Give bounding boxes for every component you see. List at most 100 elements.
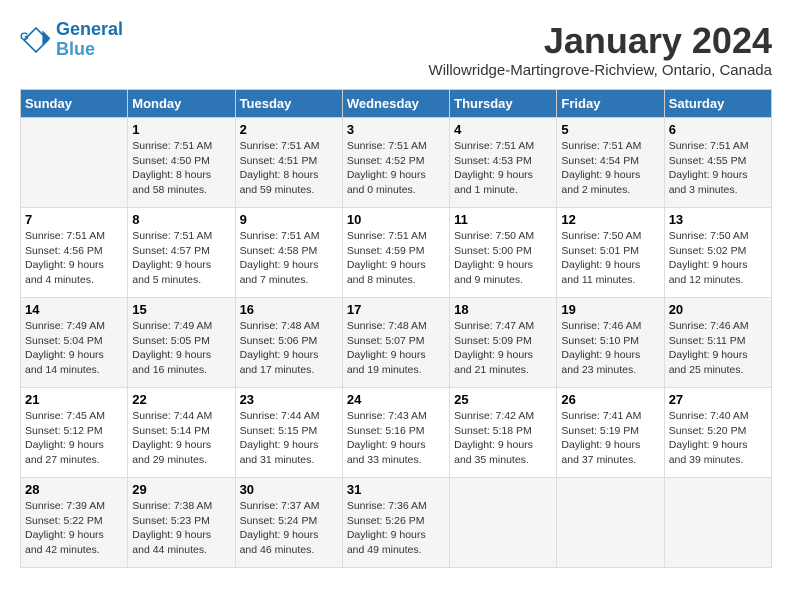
calendar-cell <box>21 118 128 208</box>
logo: G General Blue <box>20 20 123 60</box>
day-info: Sunrise: 7:51 AMSunset: 4:55 PMDaylight:… <box>669 139 767 198</box>
day-number: 17 <box>347 302 445 317</box>
calendar-cell: 16 Sunrise: 7:48 AMSunset: 5:06 PMDayligh… <box>235 298 342 388</box>
calendar-cell: 28Sunrise: 7:39 AMSunset: 5:22 PMDayligh… <box>21 478 128 568</box>
day-info: Sunrise: 7:50 AMSunset: 5:01 PMDaylight:… <box>561 229 659 288</box>
day-number: 7 <box>25 212 123 227</box>
day-info: Sunrise: 7:41 AMSunset: 5:19 PMDaylight:… <box>561 409 659 468</box>
day-number: 21 <box>25 392 123 407</box>
day-info: Sunrise: 7:51 AMSunset: 4:58 PMDaylight:… <box>240 229 338 288</box>
day-number: 24 <box>347 392 445 407</box>
day-info: Sunrise: 7:44 AMSunset: 5:14 PMDaylight:… <box>132 409 230 468</box>
calendar-cell <box>557 478 664 568</box>
calendar-cell: 24 Sunrise: 7:43 AMSunset: 5:16 PMDayligh… <box>342 388 449 478</box>
calendar-cell: 4Sunrise: 7:51 AMSunset: 4:53 PMDaylight… <box>450 118 557 208</box>
day-info: Sunrise: 7:47 AMSunset: 5:09 PMDaylight:… <box>454 319 552 378</box>
day-info: Sunrise: 7:51 AMSunset: 4:50 PMDaylight:… <box>132 139 230 198</box>
calendar-week-row: 28Sunrise: 7:39 AMSunset: 5:22 PMDayligh… <box>21 478 772 568</box>
logo-icon: G <box>20 24 52 56</box>
calendar-subtitle: Willowridge-Martingrove-Richview, Ontari… <box>429 62 772 79</box>
calendar-cell: 30 Sunrise: 7:37 AMSunset: 5:24 PMDayligh… <box>235 478 342 568</box>
day-info: Sunrise: 7:40 AMSunset: 5:20 PMDaylight:… <box>669 409 767 468</box>
day-number: 30 <box>240 482 338 497</box>
day-number: 6 <box>669 122 767 137</box>
day-number: 23 <box>240 392 338 407</box>
calendar-table: Sunday Monday Tuesday Wednesday Thursday… <box>20 89 772 568</box>
calendar-cell: 5Sunrise: 7:51 AMSunset: 4:54 PMDaylight… <box>557 118 664 208</box>
day-info: Sunrise: 7:46 AMSunset: 5:11 PMDaylight:… <box>669 319 767 378</box>
day-info: Sunrise: 7:36 AMSunset: 5:26 PMDaylight:… <box>347 499 445 558</box>
header-monday: Monday <box>128 90 235 118</box>
calendar-cell: 27Sunrise: 7:40 AMSunset: 5:20 PMDayligh… <box>664 388 771 478</box>
day-info: Sunrise: 7:48 AMSunset: 5:06 PMDaylight:… <box>240 319 338 378</box>
day-info: Sunrise: 7:49 AMSunset: 5:05 PMDaylight:… <box>132 319 230 378</box>
day-number: 29 <box>132 482 230 497</box>
calendar-week-row: 7 Sunrise: 7:51 AMSunset: 4:56 PMDaylight… <box>21 208 772 298</box>
day-info: Sunrise: 7:51 AMSunset: 4:59 PMDaylight:… <box>347 229 445 288</box>
day-info: Sunrise: 7:43 AMSunset: 5:16 PMDaylight:… <box>347 409 445 468</box>
header-tuesday: Tuesday <box>235 90 342 118</box>
calendar-cell: 12 Sunrise: 7:50 AMSunset: 5:01 PMDayligh… <box>557 208 664 298</box>
logo-line2: Blue <box>56 39 95 59</box>
day-number: 11 <box>454 212 552 227</box>
calendar-cell: 6 Sunrise: 7:51 AMSunset: 4:55 PMDaylight… <box>664 118 771 208</box>
header-saturday: Saturday <box>664 90 771 118</box>
calendar-week-row: 1Sunrise: 7:51 AMSunset: 4:50 PMDaylight… <box>21 118 772 208</box>
day-info: Sunrise: 7:46 AMSunset: 5:10 PMDaylight:… <box>561 319 659 378</box>
day-info: Sunrise: 7:50 AMSunset: 5:02 PMDaylight:… <box>669 229 767 288</box>
day-number: 10 <box>347 212 445 227</box>
calendar-cell: 14Sunrise: 7:49 AMSunset: 5:04 PMDayligh… <box>21 298 128 388</box>
day-number: 20 <box>669 302 767 317</box>
day-number: 13 <box>669 212 767 227</box>
calendar-cell <box>664 478 771 568</box>
header-wednesday: Wednesday <box>342 90 449 118</box>
day-info: Sunrise: 7:45 AMSunset: 5:12 PMDaylight:… <box>25 409 123 468</box>
day-info: Sunrise: 7:50 AMSunset: 5:00 PMDaylight:… <box>454 229 552 288</box>
header-sunday: Sunday <box>21 90 128 118</box>
day-number: 31 <box>347 482 445 497</box>
calendar-cell: 23 Sunrise: 7:44 AMSunset: 5:15 PMDayligh… <box>235 388 342 478</box>
header-row: Sunday Monday Tuesday Wednesday Thursday… <box>21 90 772 118</box>
day-info: Sunrise: 7:51 AMSunset: 4:57 PMDaylight:… <box>132 229 230 288</box>
calendar-cell: 11 Sunrise: 7:50 AMSunset: 5:00 PMDayligh… <box>450 208 557 298</box>
calendar-cell: 29 Sunrise: 7:38 AMSunset: 5:23 PMDayligh… <box>128 478 235 568</box>
calendar-cell: 13 Sunrise: 7:50 AMSunset: 5:02 PMDayligh… <box>664 208 771 298</box>
day-number: 25 <box>454 392 552 407</box>
day-number: 16 <box>240 302 338 317</box>
day-info: Sunrise: 7:38 AMSunset: 5:23 PMDaylight:… <box>132 499 230 558</box>
day-info: Sunrise: 7:37 AMSunset: 5:24 PMDaylight:… <box>240 499 338 558</box>
day-info: Sunrise: 7:51 AMSunset: 4:53 PMDaylight:… <box>454 139 552 198</box>
logo-text: General Blue <box>56 20 123 60</box>
calendar-cell: 26Sunrise: 7:41 AMSunset: 5:19 PMDayligh… <box>557 388 664 478</box>
logo-line1: General <box>56 19 123 39</box>
day-number: 12 <box>561 212 659 227</box>
calendar-cell: 3 Sunrise: 7:51 AMSunset: 4:52 PMDaylight… <box>342 118 449 208</box>
day-number: 22 <box>132 392 230 407</box>
day-info: Sunrise: 7:44 AMSunset: 5:15 PMDaylight:… <box>240 409 338 468</box>
day-info: Sunrise: 7:42 AMSunset: 5:18 PMDaylight:… <box>454 409 552 468</box>
day-number: 8 <box>132 212 230 227</box>
calendar-cell: 25 Sunrise: 7:42 AMSunset: 5:18 PMDayligh… <box>450 388 557 478</box>
day-info: Sunrise: 7:51 AMSunset: 4:51 PMDaylight:… <box>240 139 338 198</box>
day-number: 3 <box>347 122 445 137</box>
calendar-cell: 20 Sunrise: 7:46 AMSunset: 5:11 PMDayligh… <box>664 298 771 388</box>
day-number: 28 <box>25 482 123 497</box>
calendar-cell: 9Sunrise: 7:51 AMSunset: 4:58 PMDaylight… <box>235 208 342 298</box>
calendar-cell: 21 Sunrise: 7:45 AMSunset: 5:12 PMDayligh… <box>21 388 128 478</box>
day-info: Sunrise: 7:51 AMSunset: 4:56 PMDaylight:… <box>25 229 123 288</box>
day-info: Sunrise: 7:48 AMSunset: 5:07 PMDaylight:… <box>347 319 445 378</box>
day-info: Sunrise: 7:51 AMSunset: 4:52 PMDaylight:… <box>347 139 445 198</box>
day-number: 18 <box>454 302 552 317</box>
calendar-cell: 22 Sunrise: 7:44 AMSunset: 5:14 PMDayligh… <box>128 388 235 478</box>
calendar-week-row: 14Sunrise: 7:49 AMSunset: 5:04 PMDayligh… <box>21 298 772 388</box>
calendar-cell <box>450 478 557 568</box>
calendar-header: Sunday Monday Tuesday Wednesday Thursday… <box>21 90 772 118</box>
calendar-cell: 2Sunrise: 7:51 AMSunset: 4:51 PMDaylight… <box>235 118 342 208</box>
calendar-week-row: 21 Sunrise: 7:45 AMSunset: 5:12 PMDayligh… <box>21 388 772 478</box>
day-info: Sunrise: 7:51 AMSunset: 4:54 PMDaylight:… <box>561 139 659 198</box>
calendar-cell: 8 Sunrise: 7:51 AMSunset: 4:57 PMDaylight… <box>128 208 235 298</box>
calendar-title: January 2024 <box>429 20 772 62</box>
header-friday: Friday <box>557 90 664 118</box>
page-header: G General Blue January 2024 Willowridge-… <box>20 20 772 79</box>
calendar-cell: 15Sunrise: 7:49 AMSunset: 5:05 PMDayligh… <box>128 298 235 388</box>
